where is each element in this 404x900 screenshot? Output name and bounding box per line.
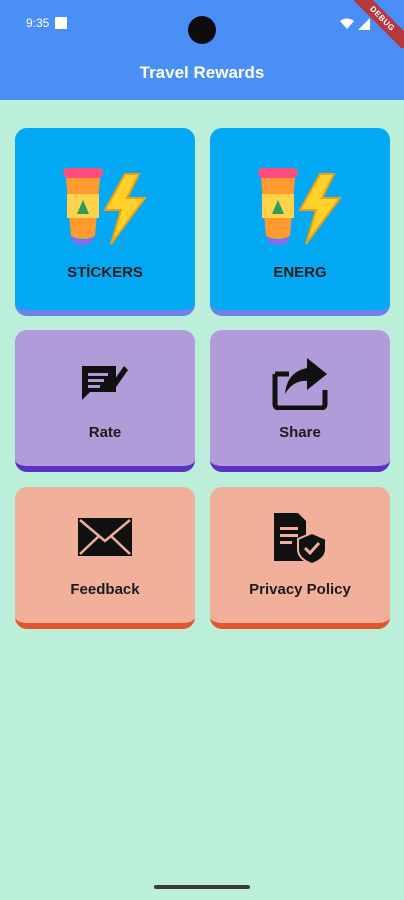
share-card[interactable]: Share (210, 330, 390, 472)
energy-card[interactable]: ENERG (210, 128, 390, 316)
wifi-icon (340, 18, 354, 29)
card-label-energy: ENERG (273, 264, 327, 281)
page-title: Travel Rewards (139, 63, 265, 82)
status-time: 9:35 (26, 16, 50, 30)
card-label-stickers: STİCKERS (67, 264, 143, 281)
camera-cutout (188, 16, 216, 44)
signal-icon (358, 18, 370, 30)
share-icon (272, 358, 328, 410)
envelope-icon (78, 518, 132, 556)
card-label-feedback: Feedback (70, 581, 140, 598)
card-label-privacy-policy: Privacy Policy (249, 581, 351, 598)
rate-card[interactable]: Rate (15, 330, 195, 472)
privacy-policy-icon (274, 513, 327, 565)
feedback-card[interactable]: Feedback (15, 487, 195, 629)
status-bar: 9:35 DEBUG (0, 0, 404, 53)
coffee-lightning-icon (63, 168, 147, 245)
card-label-rate: Rate (88, 424, 122, 441)
app-bar: Travel Rewards (0, 48, 404, 100)
home-indicator[interactable] (154, 885, 250, 889)
coffee-lightning-icon (258, 168, 342, 245)
privacy-policy-card[interactable]: Privacy Policy (210, 487, 390, 629)
card-label-share: Share (279, 424, 321, 441)
stickers-card[interactable]: STİCKERS (15, 128, 195, 316)
rate-review-icon (82, 366, 128, 400)
notification-icon (55, 17, 67, 29)
